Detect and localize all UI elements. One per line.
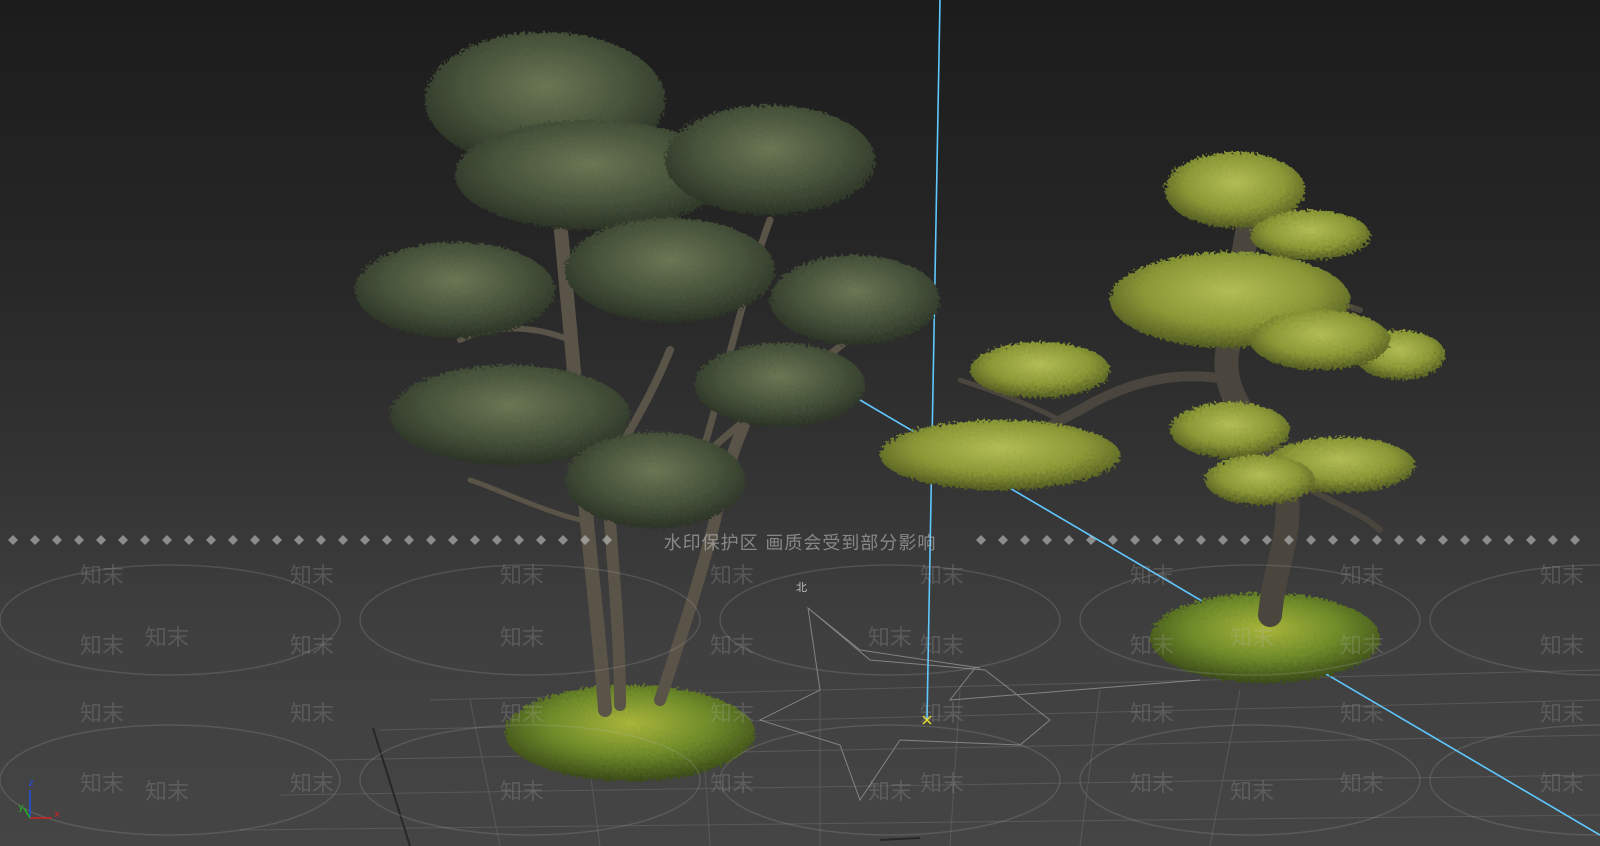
watermark-tile: 知末	[868, 626, 913, 651]
axis-z-label: z	[28, 778, 35, 789]
watermark-tile: 知末	[710, 772, 755, 797]
watermark-tile: 知末	[1340, 634, 1385, 659]
axis-x-label: x	[54, 809, 61, 820]
watermark-tile: 知末	[1130, 702, 1175, 727]
watermark-tile: 知末	[1540, 564, 1585, 589]
watermark-tile: 知末	[1540, 702, 1585, 727]
watermark-tile: 知末	[1340, 702, 1385, 727]
watermark-tile: 知末	[710, 702, 755, 727]
watermark-tile: 知末	[145, 780, 190, 805]
axis-y-label: y	[18, 802, 25, 813]
watermark-tile: 知末	[1540, 772, 1585, 797]
watermark-tile: 知末	[920, 772, 965, 797]
3d-viewport[interactable]: 知末 知末 知末 知末 知末 知末 知末 知末 知末 知末 知末 知末 知末 知…	[0, 0, 1600, 846]
watermark-tile: 知末	[145, 626, 190, 651]
watermark-tile: 知末	[710, 564, 755, 589]
watermark-tile: 知末	[1130, 772, 1175, 797]
watermark-tile: 知末	[1340, 564, 1385, 589]
watermark-tile: 知末	[1230, 626, 1275, 651]
watermark-tile: 知末	[290, 772, 335, 797]
watermark-tile: 知末	[920, 634, 965, 659]
compass-north-label: 北	[796, 581, 807, 594]
watermark-tile: 知末	[290, 702, 335, 727]
watermark-tile: 知末	[500, 626, 545, 651]
watermark-tile: 知末	[1130, 564, 1175, 589]
watermark-tile: 知末	[500, 564, 545, 589]
watermark-tile: 知末	[290, 564, 335, 589]
watermark-tile: 知末	[80, 702, 125, 727]
watermark-tile: 知末	[80, 564, 125, 589]
axis-tripod	[23, 790, 52, 819]
watermark-tile: 知末	[920, 702, 965, 727]
watermark-tile: 知末	[80, 634, 125, 659]
watermark-tile: 知末	[500, 702, 545, 727]
watermark-tile: 知末	[1130, 634, 1175, 659]
watermark-tile: 知末	[1230, 780, 1275, 805]
watermark-tile: 知末	[868, 780, 913, 805]
watermark-tile: 知末	[80, 772, 125, 797]
watermark-tile: 知末	[920, 564, 965, 589]
watermark-tile: 知末	[290, 634, 335, 659]
left-tree-foliage	[355, 32, 940, 528]
watermark-tile: 知末	[1340, 772, 1385, 797]
right-tree-foliage	[880, 152, 1445, 505]
watermark-tile: 知末	[710, 634, 755, 659]
watermark-banner-text: 水印保护区 画质会受到部分影响	[663, 533, 937, 554]
watermark-tile: 知末	[1540, 634, 1585, 659]
watermark-banner: 水印保护区 画质会受到部分影响	[0, 530, 1600, 554]
watermark-tile: 知末	[500, 780, 545, 805]
